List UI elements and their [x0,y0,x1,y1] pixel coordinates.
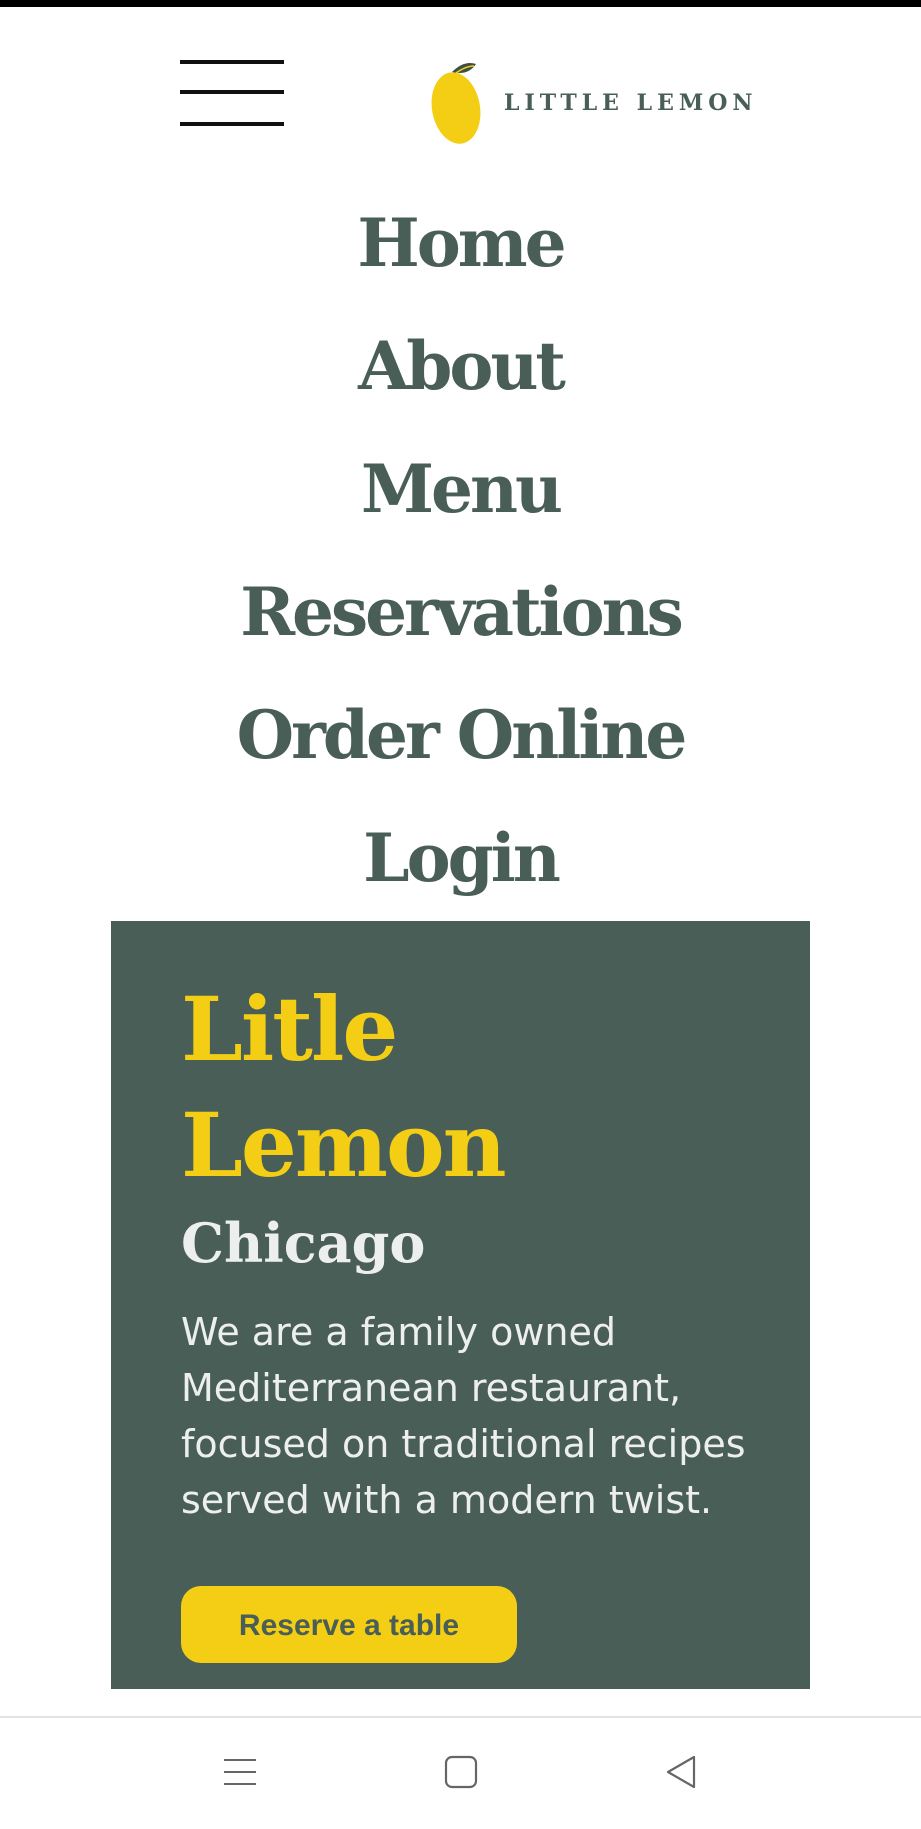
back-triangle-icon[interactable] [659,1750,703,1794]
nav-item-home[interactable]: Home [0,182,921,305]
hero-title-line1: Litle [181,977,398,1081]
lemon-icon [431,63,481,144]
system-nav-bar [0,1716,921,1829]
hero-city: Chicago [181,1211,426,1275]
recents-icon[interactable] [218,1750,262,1794]
main-nav: Home About Menu Reservations Order Onlin… [0,182,921,920]
nav-item-order-online[interactable]: Order Online [0,674,921,797]
hero-description: We are a family owned Mediterranean rest… [181,1310,746,1522]
nav-item-login[interactable]: Login [0,797,921,920]
home-square-icon[interactable] [439,1750,483,1794]
hero-title-line2: Lemon [181,1093,507,1197]
logo-text: LITTLE LEMON [504,90,758,116]
status-bar-strip [0,0,921,7]
nav-item-about[interactable]: About [0,305,921,428]
logo[interactable]: LITTLE LEMON [430,58,757,148]
hero-section: Litle Lemon Chicago We are a family owne… [111,921,810,1689]
nav-item-reservations[interactable]: Reservations [0,551,921,674]
reserve-table-button[interactable]: Reserve a table [181,1586,517,1663]
hamburger-menu-icon[interactable] [180,60,284,128]
hero-title: Litle Lemon [181,971,741,1203]
nav-item-menu[interactable]: Menu [0,428,921,551]
